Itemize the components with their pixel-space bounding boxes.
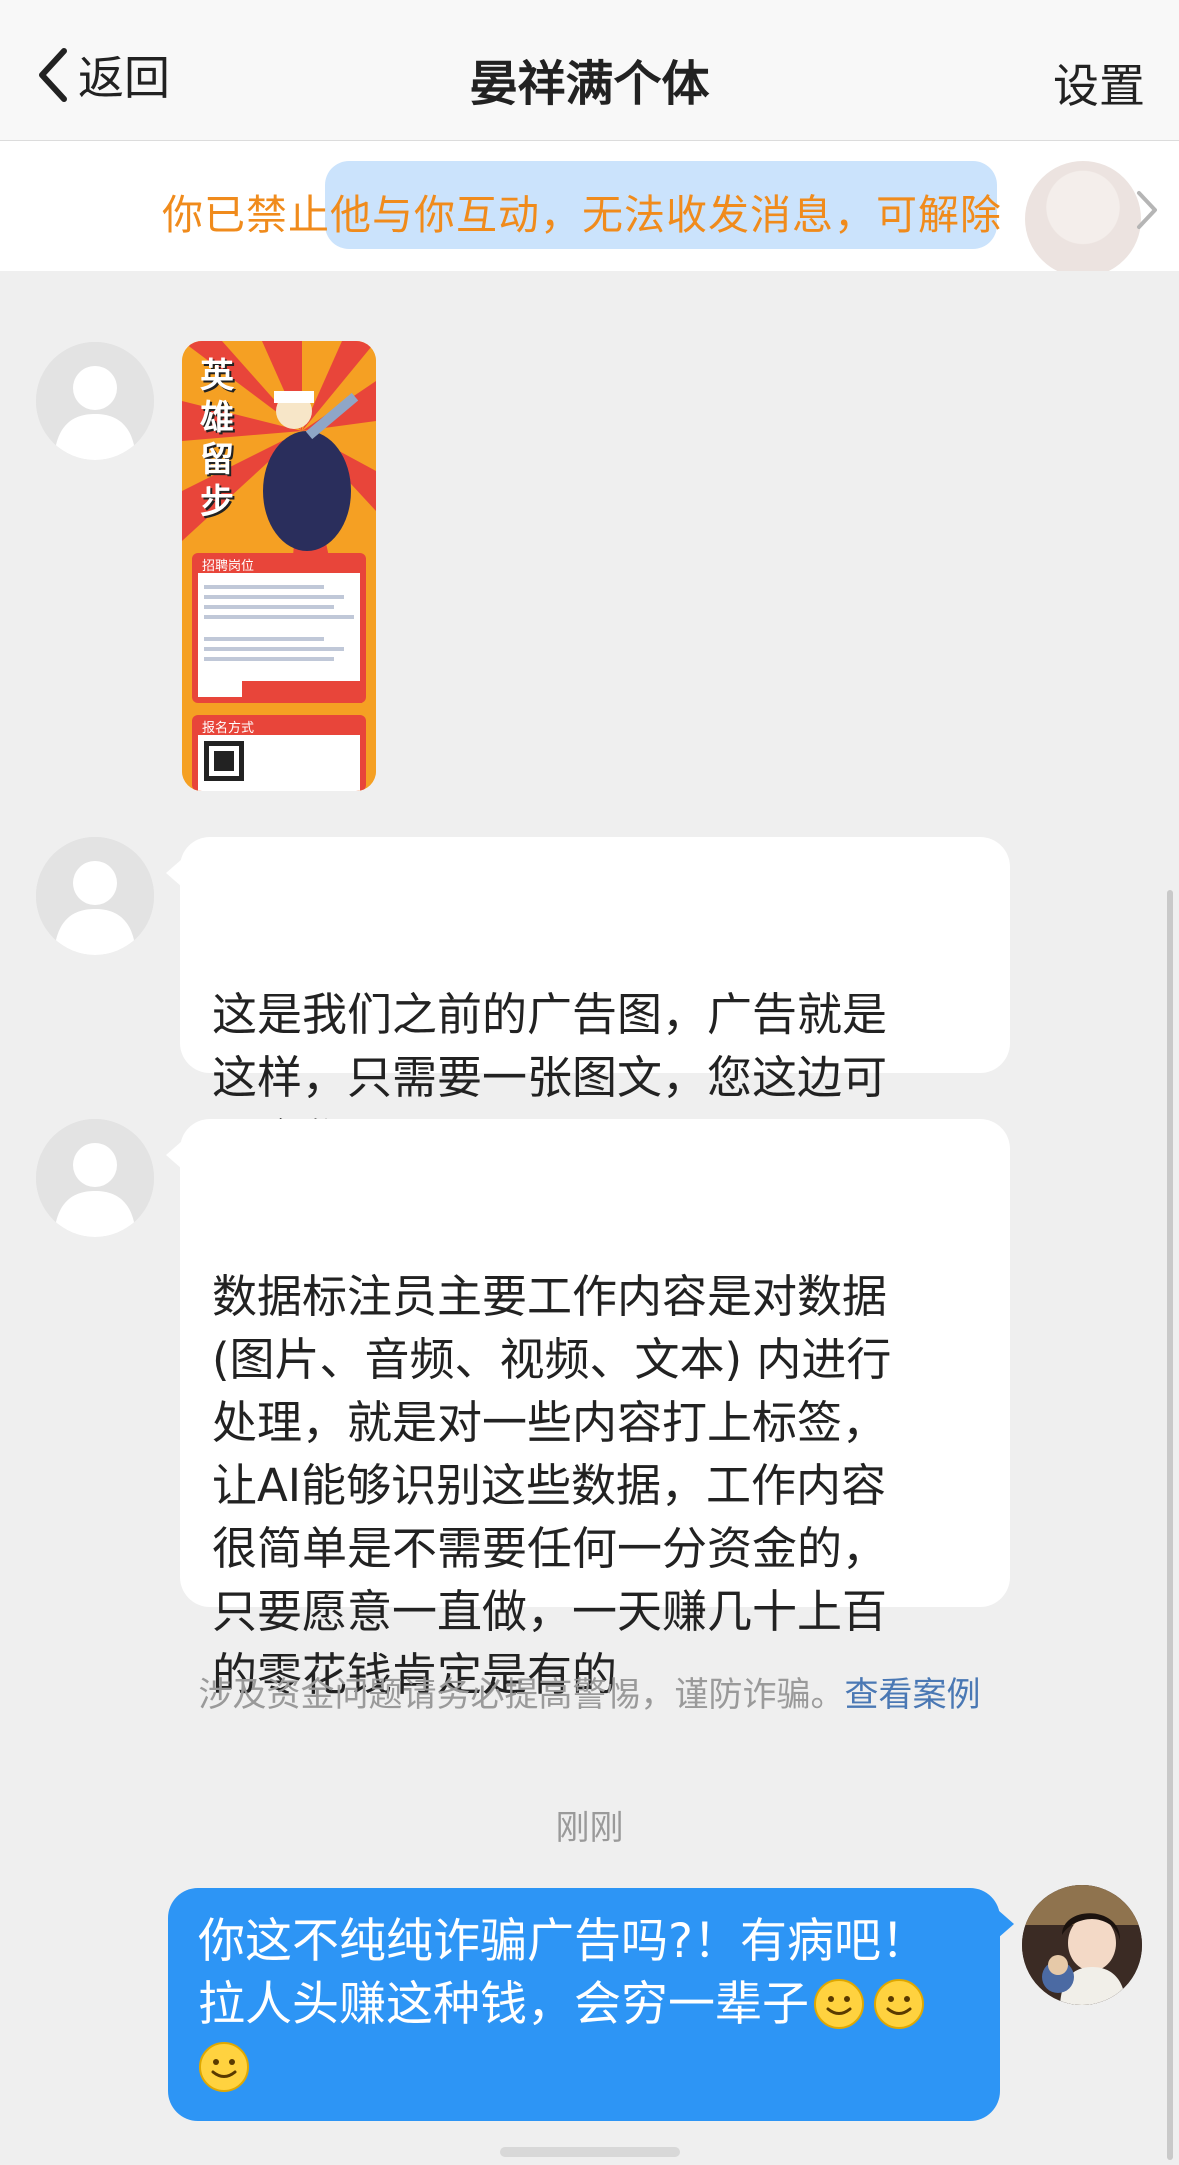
bubble-tail — [998, 1910, 1014, 1938]
my-message-bubble[interactable]: 你这不纯纯诈骗广告吗?！有病吧！ 拉人头赚这种钱，会穷一辈子 — [168, 1888, 1014, 2121]
fraud-notice-text: 涉及资金问题请务必提高警惕，谨防诈骗。 — [198, 1675, 845, 1715]
ad-headline: 英 雄 留 步 — [200, 355, 240, 523]
ad-section-title: 招聘岗位 — [202, 559, 255, 574]
ad-poster-image[interactable]: 英 雄 留 步 招聘岗位 报名方式 — [182, 341, 376, 791]
blocked-banner[interactable]: 你已禁止他与你互动，无法收发消息，可解除 — [0, 141, 1179, 271]
nav-bar: 返回 晏祥满个体 设置 — [0, 0, 1179, 141]
ad-headline-char: 留 — [200, 440, 234, 480]
avatar[interactable] — [36, 1119, 154, 1237]
timestamp: 刚刚 — [555, 1808, 624, 1848]
message-bubble[interactable]: 这是我们之前的广告图，广告就是 这样，只需要一张图文，您这边可 以合作吗 — [166, 837, 1010, 1167]
bubble-tail — [166, 1141, 182, 1169]
user-photo — [1022, 1885, 1142, 2005]
scrollbar[interactable] — [1167, 890, 1173, 2160]
my-message-line-3 — [198, 2036, 970, 2099]
default-avatar-icon — [36, 1119, 154, 1237]
settings-button[interactable]: 设置 — [1053, 50, 1145, 116]
ad-headline-char: 步 — [200, 482, 234, 522]
chevron-right-icon — [1137, 191, 1157, 229]
my-avatar[interactable] — [1022, 1885, 1142, 2005]
message-text: 数据标注员主要工作内容是对数据 (图片、音频、视频、文本) 内进行 处理，就是对… — [212, 1270, 892, 1701]
avatar[interactable] — [36, 342, 154, 460]
ad-section-title: 报名方式 — [202, 721, 255, 736]
my-message-line: 你这不纯纯诈骗广告吗?！有病吧！ — [198, 1914, 928, 1969]
home-indicator — [500, 2147, 680, 2157]
ad-headline-char: 英 — [200, 356, 234, 396]
default-avatar-icon — [36, 837, 154, 955]
fraud-notice: 涉及资金问题请务必提高警惕，谨防诈骗。查看案例 — [0, 1667, 1179, 1716]
my-message-line: 拉人头赚这种钱，会穷一辈子 — [198, 1977, 809, 2032]
view-cases-link[interactable]: 查看案例 — [845, 1675, 981, 1715]
page-title: 晏祥满个体 — [469, 56, 710, 112]
ghost-avatar — [1025, 161, 1141, 271]
smile-emoji-icon — [874, 1979, 924, 2029]
smile-emoji-icon — [199, 2042, 249, 2092]
default-avatar-icon — [36, 342, 154, 460]
bubble-tail — [166, 859, 182, 887]
avatar[interactable] — [36, 837, 154, 955]
smile-emoji-icon — [814, 1979, 864, 2029]
message-bubble[interactable]: 数据标注员主要工作内容是对数据 (图片、音频、视频、文本) 内进行 处理，就是对… — [166, 1119, 1010, 1701]
ad-headline-char: 雄 — [200, 398, 234, 438]
blocked-banner-text: 你已禁止他与你互动，无法收发消息，可解除 — [162, 191, 1002, 239]
my-message-line-2: 拉人头赚这种钱，会穷一辈子 — [198, 1973, 970, 2036]
